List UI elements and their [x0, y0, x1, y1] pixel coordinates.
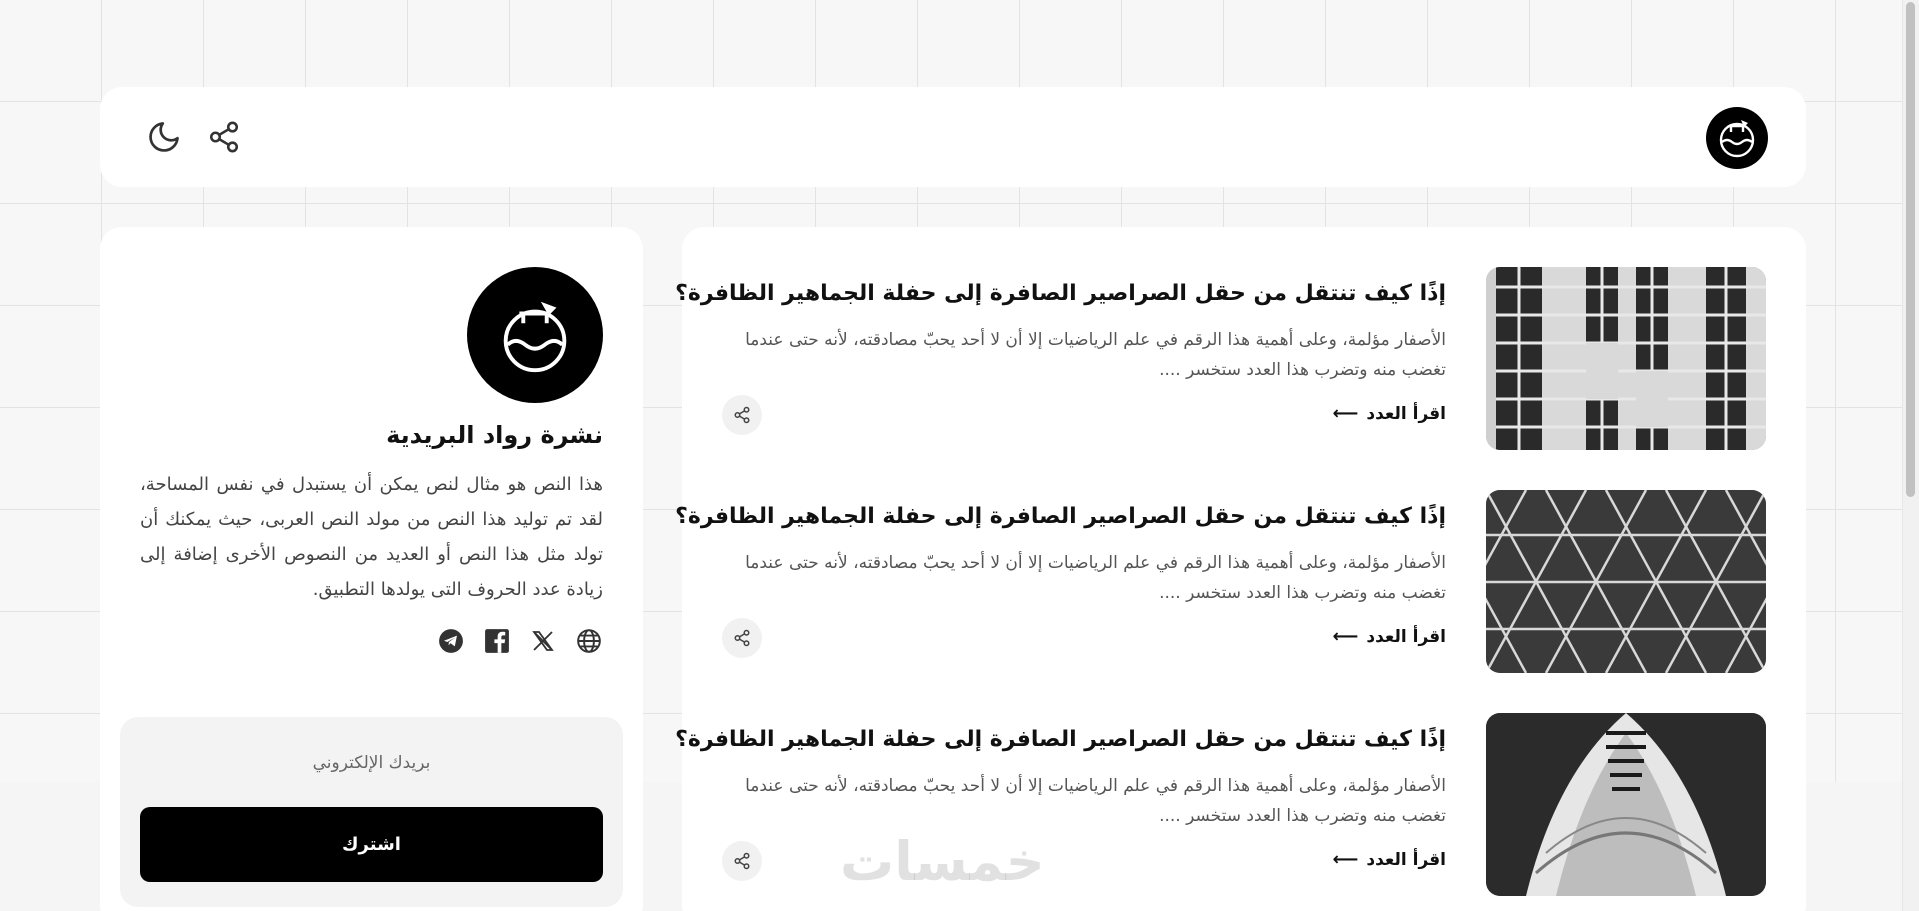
article-body: إذًا كيف تنتقل من حقل الصراصير الصافرة إ… — [675, 490, 1446, 673]
globe-icon[interactable] — [575, 627, 603, 655]
read-issue-link[interactable]: اقرأ العدد ⟵ — [1333, 849, 1446, 870]
article-title[interactable]: إذًا كيف تنتقل من حقل الصراصير الصافرة إ… — [675, 727, 1446, 752]
building-image — [1486, 267, 1766, 450]
facebook-icon[interactable] — [483, 627, 511, 655]
site-logo[interactable] — [1706, 107, 1768, 169]
article-title[interactable]: إذًا كيف تنتقل من حقل الصراصير الصافرة إ… — [675, 504, 1446, 529]
geometric-pattern-image — [1486, 490, 1766, 673]
share-icon — [209, 121, 239, 153]
article-excerpt: الأصفار مؤلمة، وعلى أهمية هذا الرقم في ع… — [745, 776, 1446, 826]
boat-image — [1486, 713, 1766, 896]
read-issue-link[interactable]: اقرأ العدد ⟵ — [1333, 403, 1446, 424]
site-header — [100, 87, 1806, 187]
article-excerpt: الأصفار مؤلمة، وعلى أهمية هذا الرقم في ع… — [745, 330, 1446, 380]
article-share-button[interactable] — [722, 841, 762, 881]
x-icon[interactable] — [529, 627, 557, 655]
share-icon — [734, 406, 750, 424]
subscribe-form: اشترك — [120, 717, 623, 907]
moon-icon — [149, 122, 179, 152]
article-share-button[interactable] — [722, 618, 762, 658]
telegram-icon[interactable] — [437, 627, 465, 655]
email-field[interactable] — [140, 735, 603, 791]
social-links — [437, 627, 603, 655]
article-image[interactable] — [1486, 490, 1766, 673]
watermark-logo: خمسات — [840, 830, 1045, 893]
subscribe-button[interactable]: اشترك — [140, 807, 603, 882]
scrollbar-thumb[interactable] — [1906, 2, 1915, 497]
newsletter-sidebar: نشرة رواد البريدية هذا النص هو مثال لنص … — [100, 227, 643, 911]
article-image[interactable] — [1486, 713, 1766, 896]
share-icon — [734, 852, 750, 870]
read-issue-label: اقرأ العدد — [1366, 849, 1446, 870]
article-card: إذًا كيف تنتقل من حقل الصراصير الصافرة إ… — [675, 267, 1766, 450]
article-card: إذًا كيف تنتقل من حقل الصراصير الصافرة إ… — [675, 490, 1766, 673]
share-icon — [734, 629, 750, 647]
theme-toggle-button[interactable] — [144, 117, 184, 157]
arrow-left-icon: ⟵ — [1332, 626, 1359, 647]
newsletter-logo — [467, 267, 603, 403]
newsletter-description: هذا النص هو مثال لنص يمكن أن يستبدل في ن… — [140, 474, 603, 600]
article-body: إذًا كيف تنتقل من حقل الصراصير الصافرة إ… — [675, 267, 1446, 450]
arrow-left-icon: ⟵ — [1332, 403, 1359, 424]
article-image[interactable] — [1486, 267, 1766, 450]
article-excerpt: الأصفار مؤلمة، وعلى أهمية هذا الرقم في ع… — [745, 553, 1446, 603]
share-button[interactable] — [204, 117, 244, 157]
flask-icon — [1719, 120, 1755, 158]
article-share-button[interactable] — [722, 395, 762, 435]
read-issue-label: اقرأ العدد — [1366, 403, 1446, 424]
vertical-scrollbar[interactable] — [1902, 0, 1919, 911]
newsletter-title: نشرة رواد البريدية — [386, 421, 603, 449]
article-title[interactable]: إذًا كيف تنتقل من حقل الصراصير الصافرة إ… — [675, 281, 1446, 306]
read-issue-label: اقرأ العدد — [1366, 626, 1446, 647]
flask-icon — [503, 301, 567, 373]
arrow-left-icon: ⟵ — [1332, 849, 1359, 870]
read-issue-link[interactable]: اقرأ العدد ⟵ — [1333, 626, 1446, 647]
article-body: إذًا كيف تنتقل من حقل الصراصير الصافرة إ… — [675, 713, 1446, 896]
articles-panel: إذًا كيف تنتقل من حقل الصراصير الصافرة إ… — [675, 227, 1806, 911]
